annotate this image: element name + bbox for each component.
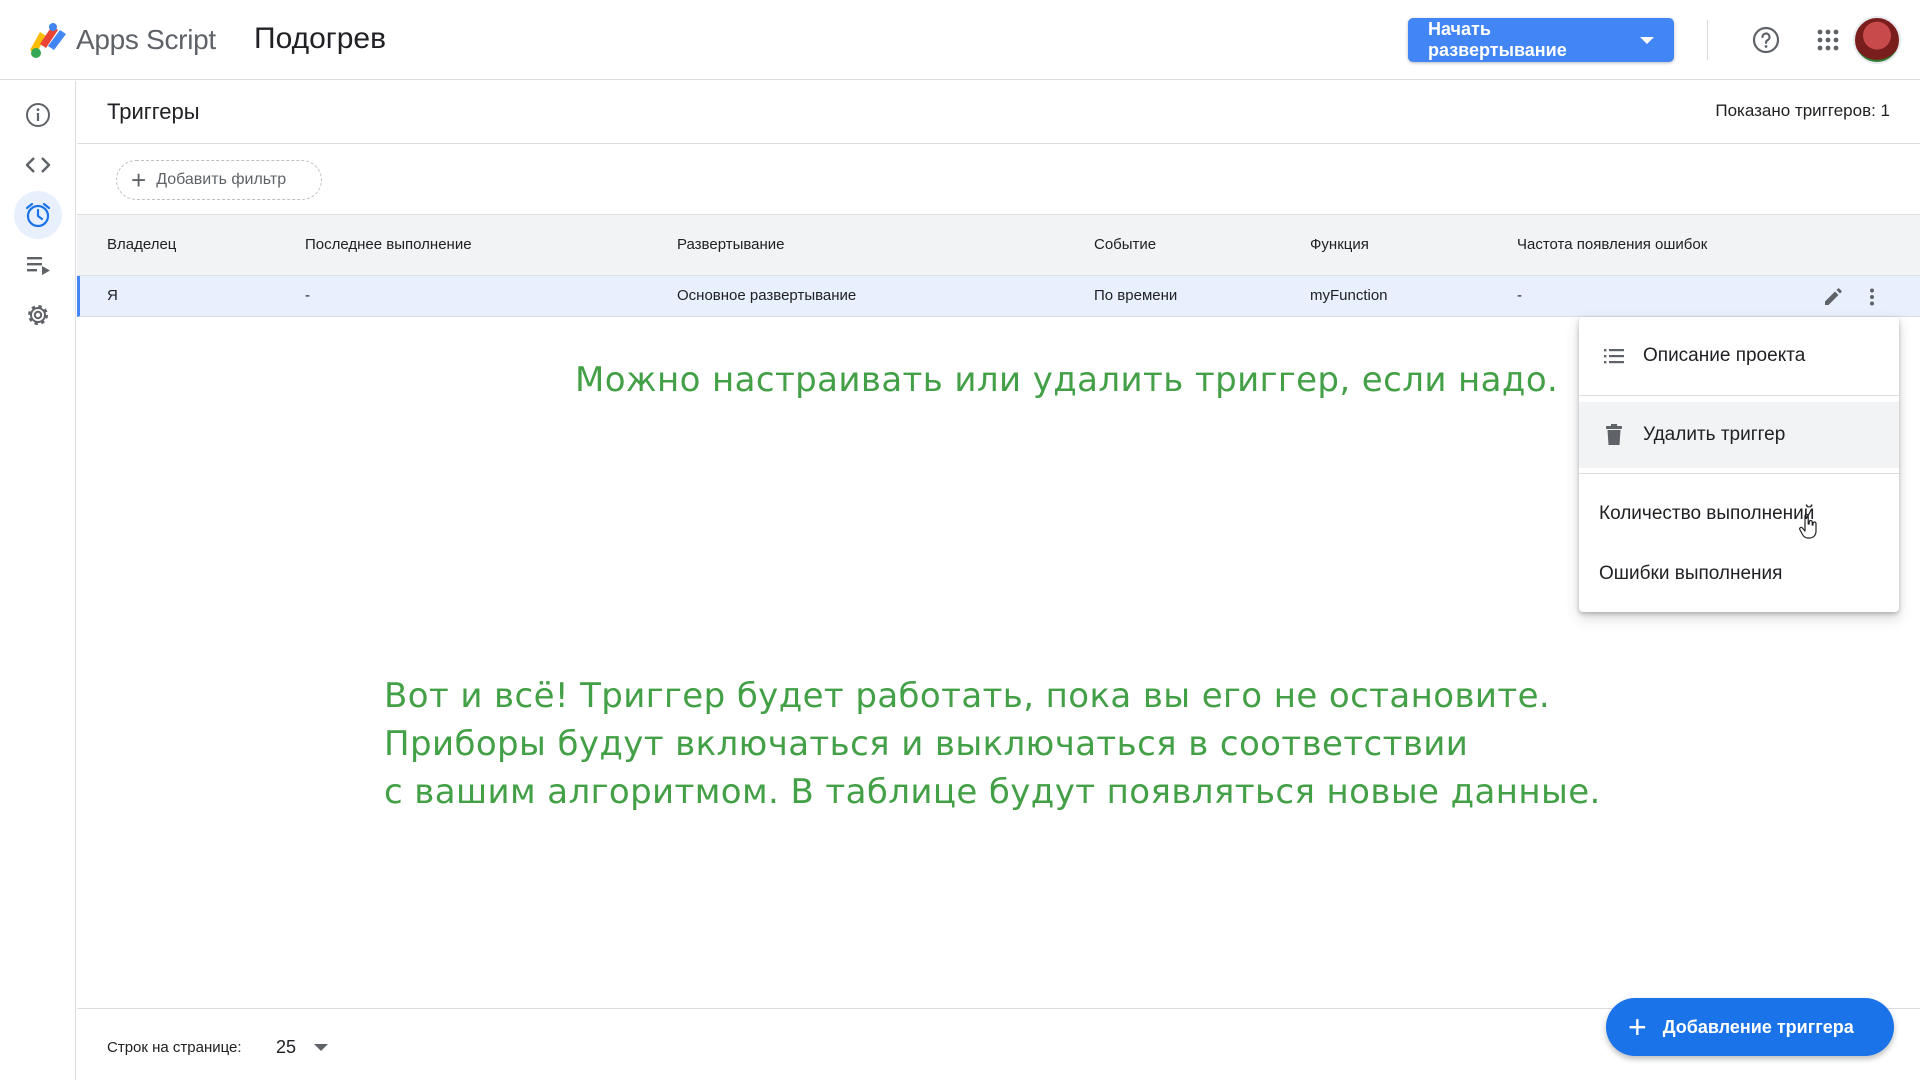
column-owner[interactable]: Владелец bbox=[107, 236, 176, 253]
add-trigger-button[interactable]: + Добавление триггера bbox=[1606, 998, 1894, 1056]
column-last-run[interactable]: Последнее выполнение bbox=[305, 236, 472, 253]
cell-last-run: - bbox=[305, 287, 310, 304]
deploy-button[interactable]: Начать развертывание bbox=[1408, 18, 1674, 62]
table-row[interactable]: Я - Основное развертывание По времени my… bbox=[77, 276, 1920, 317]
menu-item-delete-trigger[interactable]: Удалить триггер bbox=[1579, 402, 1899, 539]
edit-icon[interactable] bbox=[1820, 284, 1846, 310]
alarm-icon[interactable] bbox=[14, 191, 62, 239]
annotation-note: Можно настраивать или удалить триггер, е… bbox=[575, 360, 1559, 400]
code-icon[interactable] bbox=[14, 141, 62, 189]
column-event[interactable]: Событие bbox=[1094, 236, 1156, 253]
trash-icon bbox=[1599, 420, 1629, 450]
cell-deployment: Основное развертывание bbox=[677, 287, 857, 304]
menu-item-project-description[interactable]: Описание проекта bbox=[1579, 323, 1899, 389]
plus-icon: + bbox=[1628, 1009, 1647, 1045]
cell-owner: Я bbox=[107, 287, 118, 304]
page-header: Триггеры Показано триггеров: 1 bbox=[77, 81, 1920, 144]
executions-icon[interactable] bbox=[14, 241, 62, 289]
page-title: Триггеры bbox=[107, 99, 200, 124]
top-bar: Apps Script Подогрев Начать развертывани… bbox=[0, 0, 1920, 80]
apps-script-logo[interactable] bbox=[26, 20, 70, 60]
column-error-rate[interactable]: Частота появления ошибок bbox=[1517, 236, 1707, 253]
settings-icon[interactable] bbox=[14, 291, 62, 339]
left-rail bbox=[0, 81, 76, 1080]
chevron-down-icon[interactable] bbox=[1640, 36, 1654, 44]
cell-error-rate: - bbox=[1517, 287, 1522, 304]
menu-divider bbox=[1579, 473, 1899, 474]
rows-per-page-value: 25 bbox=[276, 1036, 297, 1057]
chevron-down-icon bbox=[314, 1043, 329, 1051]
menu-item-execution-errors[interactable]: Ошибки выполнения bbox=[1579, 541, 1899, 607]
divider bbox=[1707, 20, 1708, 60]
cell-event: По времени bbox=[1094, 287, 1178, 304]
menu-item-label: Ошибки выполнения bbox=[1599, 563, 1783, 584]
column-function[interactable]: Функция bbox=[1310, 236, 1369, 253]
apps-grid-icon[interactable] bbox=[1810, 22, 1846, 58]
cell-function: myFunction bbox=[1310, 287, 1388, 304]
add-filter-label: Добавить фильтр bbox=[156, 171, 287, 188]
table-header: Владелец Последнее выполнение Развертыва… bbox=[77, 214, 1920, 276]
add-trigger-label: Добавление триггера bbox=[1662, 1016, 1854, 1037]
plus-icon: + bbox=[131, 165, 147, 195]
help-icon[interactable] bbox=[1748, 22, 1784, 58]
more-vert-icon[interactable] bbox=[1859, 284, 1885, 310]
menu-item-execution-count[interactable]: Количество выполнений bbox=[1579, 481, 1899, 547]
annotation-line: Приборы будут включаться и выключаться в… bbox=[384, 724, 1469, 764]
menu-item-label: Удалить триггер bbox=[1643, 424, 1786, 445]
annotation-line: Вот и всё! Триггер будет работать, пока … bbox=[384, 676, 1551, 716]
info-icon[interactable] bbox=[14, 91, 62, 139]
deploy-button-label: Начать развертывание bbox=[1428, 19, 1567, 60]
list-icon bbox=[1599, 341, 1629, 371]
annotation-note: Вот и всё! Триггер будет работать, пока … bbox=[384, 672, 1601, 816]
menu-item-label: Описание проекта bbox=[1643, 345, 1806, 366]
avatar[interactable] bbox=[1853, 16, 1901, 64]
menu-item-label: Количество выполнений bbox=[1599, 503, 1815, 524]
annotation-line: с вашим алгоритмом. В таблице будут появ… bbox=[384, 772, 1601, 812]
trigger-count: Показано триггеров: 1 bbox=[1715, 101, 1890, 120]
app-name[interactable]: Apps Script bbox=[76, 24, 216, 56]
rows-per-page-label: Строк на странице: bbox=[107, 1039, 242, 1056]
rows-per-page-select[interactable]: 25 bbox=[276, 1035, 336, 1059]
column-deployment[interactable]: Развертывание bbox=[677, 236, 785, 253]
add-filter-button[interactable]: + Добавить фильтр bbox=[116, 160, 322, 200]
project-name[interactable]: Подогрев bbox=[254, 22, 386, 56]
context-menu: Описание проекта Удалить триггер Количес… bbox=[1579, 317, 1899, 612]
menu-divider bbox=[1579, 395, 1899, 396]
